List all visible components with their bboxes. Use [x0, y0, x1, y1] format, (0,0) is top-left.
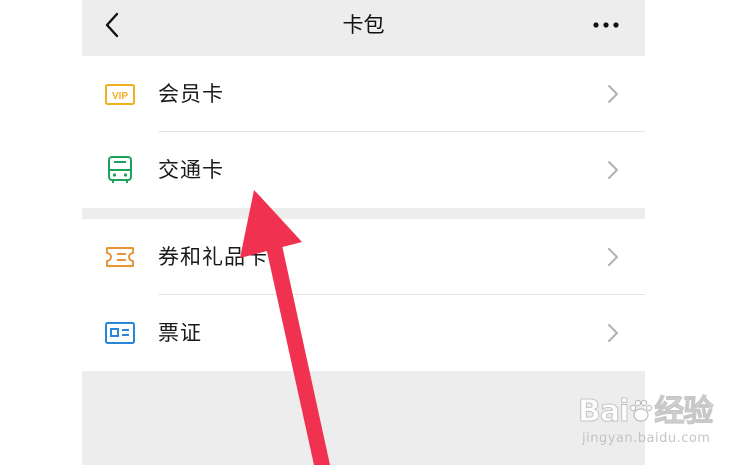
menu-item-label: 票证 [158, 321, 202, 345]
svg-text:VIP: VIP [112, 91, 128, 102]
chevron-right-icon [608, 248, 618, 266]
baidu-jingyan-watermark: Bai 经验 jingyan.baidu.com [577, 392, 738, 452]
more-dots-icon [593, 22, 619, 28]
chevron-right-icon [608, 85, 618, 103]
menu-item-tickets-ids[interactable]: 票证 [82, 295, 645, 371]
watermark-logo-right: 经验 [654, 394, 714, 430]
menu-item-transit-card[interactable]: 交通卡 [82, 132, 645, 208]
watermark-logo: Bai 经验 [577, 392, 714, 432]
id-card-icon [105, 322, 135, 344]
nav-bar: 卡包 [82, 0, 645, 55]
card-wallet-screen: 卡包 VIP 会员卡 交通卡 券和礼品卡 票证 [82, 0, 645, 465]
coupon-icon [106, 247, 134, 267]
menu-item-label: 交通卡 [158, 158, 224, 182]
card-group-2: 券和礼品卡 票证 [82, 219, 645, 371]
watermark-logo-left: Bai [577, 394, 629, 430]
menu-item-label: 券和礼品卡 [158, 245, 268, 269]
menu-item-membership-card[interactable]: VIP 会员卡 [82, 56, 645, 132]
card-group-1: VIP 会员卡 交通卡 [82, 56, 645, 208]
menu-item-coupons-gift-cards[interactable]: 券和礼品卡 [82, 219, 645, 295]
chevron-right-icon [608, 324, 618, 342]
screenshot: 卡包 VIP 会员卡 交通卡 券和礼品卡 票证 Bai 经验 jingyan.b… [0, 0, 752, 465]
bus-icon [108, 156, 132, 183]
chevron-right-icon [608, 161, 618, 179]
vip-card-icon: VIP [105, 84, 135, 105]
paw-icon [630, 399, 653, 422]
menu-item-label: 会员卡 [158, 82, 224, 106]
more-button[interactable] [588, 12, 624, 38]
watermark-subtitle: jingyan.baidu.com [582, 431, 711, 446]
page-title: 卡包 [342, 13, 385, 37]
